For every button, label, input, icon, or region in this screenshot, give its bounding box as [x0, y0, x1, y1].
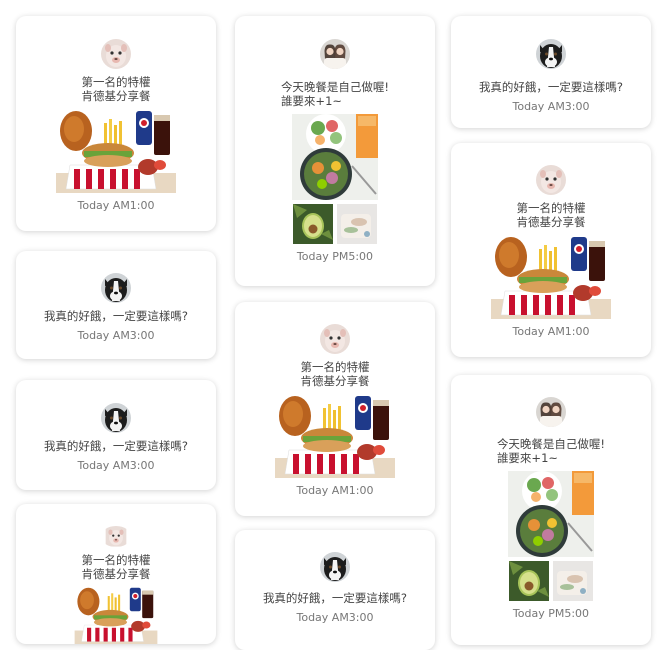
photo-thumbnails: [509, 561, 593, 601]
post-text: 我真的好餓，一定要這樣嗎?: [262, 591, 408, 605]
post-time: Today AM1:00: [77, 199, 155, 212]
salad-bowl-photo[interactable]: [292, 114, 378, 200]
post-time: Today AM1:00: [512, 325, 590, 338]
post-card[interactable]: 第一名的特權 肯德基分享餐 Today AM1:00: [235, 302, 435, 516]
post-text: 我真的好餓，一定要這樣嗎?: [478, 80, 624, 94]
border-collie-avatar[interactable]: [320, 552, 350, 582]
post-card[interactable]: 今天晚餐是自己做喔! 誰要來+1~ Today PM5:00: [235, 16, 435, 286]
avocado-photo[interactable]: [509, 561, 549, 601]
cutting-board-photo[interactable]: [553, 561, 593, 601]
two-girls-avatar[interactable]: [320, 39, 350, 69]
post-time: Today AM1:00: [296, 484, 374, 497]
avocado-photo[interactable]: [293, 204, 333, 244]
border-collie-avatar[interactable]: [536, 39, 566, 69]
alpaca-avatar[interactable]: [101, 39, 131, 69]
two-girls-avatar[interactable]: [536, 397, 566, 427]
post-card[interactable]: 我真的好餓，一定要這樣嗎? Today AM3:00: [16, 251, 216, 359]
post-text: 今天晚餐是自己做喔! 誰要來+1~: [280, 80, 390, 108]
post-time: Today AM3:00: [296, 611, 374, 624]
post-card[interactable]: 今天晚餐是自己做喔! 誰要來+1~ Today PM5:00: [451, 375, 651, 645]
post-time: Today AM3:00: [77, 459, 155, 472]
kfc-meal-photo[interactable]: [56, 585, 176, 644]
post-card[interactable]: 第一名的特權 肯德基分享餐 Today AM1:00: [451, 143, 651, 357]
kfc-meal-photo[interactable]: [491, 233, 611, 319]
border-collie-avatar[interactable]: [101, 403, 131, 433]
post-text: 第一名的特權 肯德基分享餐: [81, 552, 151, 581]
post-text: 第一名的特權 肯德基分享餐: [516, 201, 586, 229]
photo-thumbnails: [293, 204, 377, 244]
post-text: 我真的好餓，一定要這樣嗎?: [43, 439, 189, 453]
post-text: 今天晚餐是自己做喔! 誰要來+1~: [496, 437, 606, 465]
kfc-meal-photo[interactable]: [275, 392, 395, 478]
cutting-board-photo[interactable]: [337, 204, 377, 244]
post-time: Today AM3:00: [77, 329, 155, 342]
post-text: 我真的好餓，一定要這樣嗎?: [43, 309, 189, 323]
post-card[interactable]: 第一名的特權 肯德基分享餐: [16, 504, 216, 644]
post-card[interactable]: 我真的好餓，一定要這樣嗎? Today AM3:00: [16, 380, 216, 490]
post-text: 第一名的特權 肯德基分享餐: [81, 75, 151, 103]
kfc-meal-photo[interactable]: [56, 107, 176, 193]
border-collie-avatar[interactable]: [101, 273, 131, 303]
post-text: 第一名的特權 肯德基分享餐: [300, 360, 370, 388]
alpaca-avatar[interactable]: [101, 526, 131, 547]
post-card[interactable]: 我真的好餓，一定要這樣嗎? Today AM3:00: [451, 16, 651, 128]
post-card[interactable]: 第一名的特權 肯德基分享餐 Today AM1:00: [16, 16, 216, 231]
alpaca-avatar[interactable]: [536, 165, 566, 195]
post-card[interactable]: 我真的好餓，一定要這樣嗎? Today AM3:00: [235, 530, 435, 650]
post-time: Today PM5:00: [512, 607, 590, 620]
post-time: Today PM5:00: [296, 250, 374, 263]
post-time: Today AM3:00: [512, 100, 590, 113]
salad-bowl-photo[interactable]: [508, 471, 594, 557]
alpaca-avatar[interactable]: [320, 324, 350, 354]
